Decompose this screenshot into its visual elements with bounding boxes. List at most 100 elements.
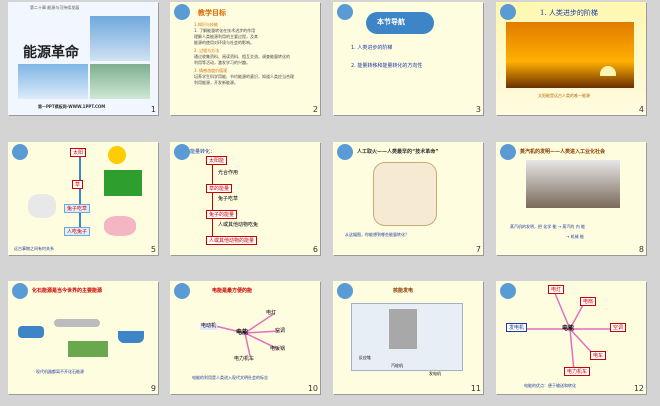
fire-making-drawing: [373, 162, 437, 226]
mascot-icon: [500, 4, 516, 20]
slide-caption: 现代机器都离不开化石能源: [36, 369, 84, 374]
item-lamp: 电灯: [266, 310, 277, 316]
slide-8[interactable]: 蒸汽机的发明——人类进入工业化社会 蒸汽机的发明，把 化学 能 → 蒸汽的 内 …: [496, 142, 646, 255]
mascot-icon: [337, 144, 353, 160]
slide-number: 1: [150, 105, 156, 114]
slide-title: 人工取火——人类最早的“技术革命”: [357, 149, 439, 155]
line-8: 3. 情感态度价值观: [194, 68, 228, 73]
slide-number: 3: [475, 105, 481, 114]
slide-7[interactable]: 人工取火——人类最早的“技术革命” 从这幅图，你能想到哪些能量转化？ 7: [333, 142, 483, 255]
conversion-line-1: 蒸汽机的发明，把 化学 能 → 蒸汽的 内 能: [510, 224, 585, 229]
item-ac: 空调: [275, 328, 286, 334]
center-node: 电能: [236, 329, 249, 336]
slide-caption: 远古事物之间有何关系: [14, 246, 54, 251]
connector-lines: [526, 290, 614, 372]
slide-number: 2: [312, 105, 318, 114]
flow-line: [79, 154, 81, 232]
sun-icon: [600, 66, 616, 76]
slide-11[interactable]: 核能发电 反应堆 汽轮机 发电机 11: [333, 281, 483, 394]
power-line-image: [18, 64, 88, 99]
cooling-tower: [389, 309, 417, 349]
slide-caption: 电能的利用是人类进入现代文明社会的标志: [192, 375, 268, 380]
label-reactor: 反应堆: [359, 355, 371, 360]
mascot-icon: [12, 283, 28, 299]
mascot-icon: [12, 144, 28, 160]
sun-icon: [108, 146, 126, 164]
line-3: 理解人类能源利用的主要过程，及其: [194, 34, 258, 39]
flow-line: [212, 160, 213, 240]
slide-number: 10: [307, 384, 318, 393]
step-6: 人或其他动物吃兔: [218, 222, 259, 228]
mascot-icon: [337, 4, 353, 20]
item-lamp: 电灯: [548, 285, 565, 294]
slide-number: 11: [470, 384, 481, 393]
slide-number: 4: [638, 105, 644, 114]
label-turbine: 汽轮机: [391, 363, 403, 368]
airplane-icon: [54, 319, 100, 327]
item-cooker: 电饭锅: [270, 346, 286, 352]
slide-10[interactable]: 电能是最方便的能 电能 电动机 电灯 空调 电力机车 电饭锅 电能的利用是人类进…: [170, 281, 320, 394]
mascot-icon: [500, 144, 516, 160]
slide-6[interactable]: 能量转化： 太阳能 光合作用 草的能量 兔子吃草 兔子的能量 人或其他动物吃兔 …: [170, 142, 320, 255]
slide-header: 教学目标: [198, 8, 226, 17]
item-train: 电力机车: [234, 356, 255, 362]
solar-image: [90, 64, 150, 99]
item-motor: 电动机: [200, 323, 218, 330]
line-10: 利用能源，开发新能源。: [194, 80, 238, 85]
slide-caption: 太阳能是远古人类的唯一能源: [538, 93, 590, 98]
nav-item-2: 2. 能量转移和能量转化的方向性: [351, 63, 423, 69]
slide-title: 核能发电: [393, 288, 414, 294]
slide-caption: 电能的优点：便于输送和转化: [524, 383, 576, 388]
box-grass: 草: [72, 180, 84, 189]
rabbit-image: [28, 194, 56, 218]
slide-2[interactable]: 教学目标 1.知识与技能 1. 了解能量转化在技术进步的作用 理解人类能源利用的…: [170, 2, 320, 115]
slide-footer: 第一PPT模板网-WWW.1PPT.COM: [38, 104, 106, 109]
line-1: 1.知识与技能: [194, 22, 218, 27]
mascot-icon: [174, 144, 190, 160]
slide-5[interactable]: 太阳 草 兔子吃草 人吃兔子 远古事物之间有何关系 5: [8, 142, 158, 255]
item-generator: 发电机: [506, 323, 528, 332]
label-generator: 发电机: [429, 371, 441, 376]
cartoon-kids-image: [104, 216, 136, 236]
line-2: 1. 了解能量转化在技术进步的作用: [194, 28, 256, 33]
steam-train-image: [526, 160, 620, 208]
center-node: 电能: [562, 325, 575, 332]
box-rabbit: 兔子吃草: [64, 204, 91, 213]
slide-4[interactable]: 1. 人类进步的阶梯 太阳能是远古人类的唯一能源 4: [496, 2, 646, 115]
car-icon: [18, 326, 44, 338]
slide-12[interactable]: 电能 电灯 电扇 空调 电车 电力机车 发电机 电能的优点：便于输送和转化 12: [496, 281, 646, 394]
slide-3[interactable]: 本节导航 1. 人类进步的阶梯 2. 能量转移和能量转化的方向性 3: [333, 2, 483, 115]
conversion-line-2: → 机械 能: [566, 234, 584, 239]
line-4: 能源的使用对环境与社会的影响。: [194, 40, 254, 45]
slide-title: 化石能源是当今世界的主要能源: [32, 288, 103, 294]
box-human: 人吃兔子: [64, 227, 91, 236]
item-ac: 空调: [610, 323, 627, 332]
box-sun: 太阳: [70, 148, 87, 157]
step-4: 兔子吃草: [218, 196, 239, 202]
line-6: 通过收集资料、阅读资料、相互交流，调查能量转化的: [194, 54, 290, 59]
slide-number: 8: [638, 245, 644, 254]
slide-number: 9: [150, 384, 156, 393]
slide-number: 6: [312, 245, 318, 254]
slide-number: 12: [633, 384, 644, 393]
slide-caption: 从这幅图，你能想到哪些能量转化？: [345, 232, 409, 237]
item-train: 电力机车: [564, 367, 591, 376]
step-3: 草的能量: [206, 184, 233, 193]
line-5: 2. 过程与方法: [194, 48, 220, 53]
line-7: 利用等活动，激发学习的兴趣。: [194, 60, 250, 65]
slide-number: 5: [150, 245, 156, 254]
slide-9[interactable]: 化石能源是当今世界的主要能源 现代机器都离不开化石能源 9: [8, 281, 158, 394]
slide-title: 能源革命: [23, 45, 79, 61]
item-tram: 电车: [590, 351, 607, 360]
mascot-icon: [337, 283, 353, 299]
slide-header: 能量转化：: [190, 149, 216, 155]
step-1: 太阳能: [206, 156, 228, 165]
slide-1[interactable]: 第二十章 能源与可持续发展 能源革命 第一PPT模板网-WWW.1PPT.COM…: [8, 2, 158, 115]
line-9: 培养学生科学用能、节约能源的意识，知道人类应当合理: [194, 74, 294, 79]
slide-title: 蒸汽机的发明——人类进入工业化社会: [520, 149, 606, 155]
nav-item-1: 1. 人类进步的阶梯: [351, 45, 393, 51]
slide-title: 1. 人类进步的阶梯: [540, 9, 598, 17]
mascot-icon: [174, 4, 190, 20]
item-fan: 电扇: [580, 297, 597, 306]
slide-subtitle: 第二十章 能源与可持续发展: [30, 5, 80, 10]
